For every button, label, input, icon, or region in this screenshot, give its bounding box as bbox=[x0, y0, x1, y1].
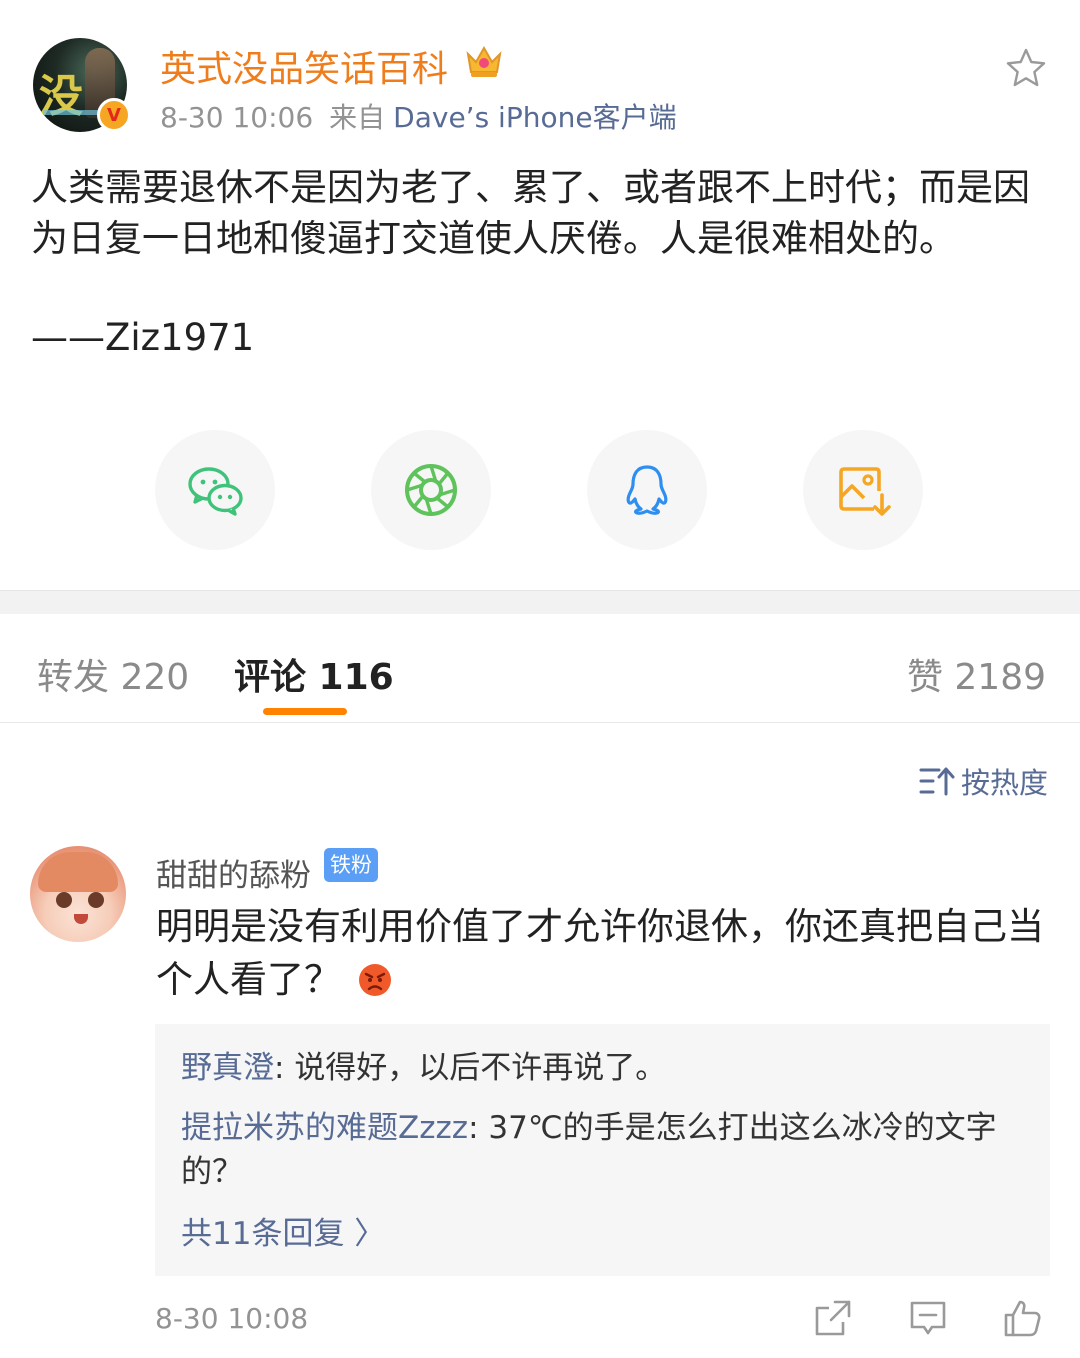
replies-panel: 野真澄: 说得好，以后不许再说了。 提拉米苏的难题Zzzz: 37℃的手是怎么打… bbox=[155, 1024, 1050, 1276]
moments-icon bbox=[405, 464, 457, 516]
reply-colon: : bbox=[274, 1050, 295, 1086]
save-image-button[interactable] bbox=[803, 430, 923, 550]
reply-text: 说得好，以后不许再说了。 bbox=[294, 1050, 667, 1086]
avatar-eye bbox=[88, 892, 104, 908]
like-icon[interactable] bbox=[1002, 1298, 1042, 1338]
avatar-eye bbox=[56, 892, 72, 908]
sort-label: 按热度 bbox=[960, 766, 1048, 800]
fan-badge: 铁粉 bbox=[324, 848, 378, 882]
share-moments-button[interactable] bbox=[371, 430, 491, 550]
author-avatar[interactable]: 没 V bbox=[33, 38, 131, 134]
post-signature: ——Ziz1971 bbox=[31, 316, 255, 359]
post-meta: 8-30 10:06 来自 Dave’s iPhone客户端 bbox=[160, 96, 677, 136]
verified-badge-icon: V bbox=[97, 98, 131, 132]
commenter-name[interactable]: 甜甜的舔粉 bbox=[156, 850, 311, 895]
tab-repost[interactable]: 转发 220 bbox=[37, 648, 189, 700]
reply-item[interactable]: 提拉米苏的难题Zzzz: 37℃的手是怎么打出这么冰冷的文字的？ bbox=[181, 1106, 1026, 1194]
avatar-hair bbox=[38, 852, 118, 892]
post-time: 8-30 10:06 bbox=[160, 101, 314, 134]
post-source[interactable]: Dave’s iPhone客户端 bbox=[393, 101, 676, 134]
reply-user[interactable]: 野真澄 bbox=[181, 1050, 274, 1086]
section-divider bbox=[0, 590, 1080, 614]
share-wechat-button[interactable] bbox=[155, 430, 275, 550]
star-icon[interactable] bbox=[1004, 46, 1048, 90]
angry-face-emoji-icon bbox=[359, 964, 391, 996]
reply-colon: : bbox=[468, 1110, 489, 1146]
share-qq-button[interactable] bbox=[587, 430, 707, 550]
comment-body: 明明是没有利用价值了才允许你退休，你还真把自己当个人看了？ bbox=[156, 905, 1044, 1001]
sort-toggle[interactable]: 按热度 bbox=[919, 760, 1048, 802]
avatar-mouth bbox=[74, 914, 88, 924]
wechat-icon bbox=[188, 467, 243, 516]
tabs-divider bbox=[0, 722, 1080, 723]
reply-item[interactable]: 野真澄: 说得好，以后不许再说了。 bbox=[181, 1046, 1026, 1090]
comment-time: 8-30 10:08 bbox=[155, 1302, 309, 1335]
reply-user[interactable]: 提拉米苏的难题Zzzz bbox=[181, 1110, 468, 1146]
qq-icon bbox=[626, 465, 668, 515]
commenter-avatar[interactable] bbox=[30, 846, 126, 942]
crown-icon bbox=[466, 45, 502, 77]
share-icon[interactable] bbox=[813, 1298, 853, 1338]
more-replies-link[interactable]: 共11条回复 〉 bbox=[181, 1208, 385, 1253]
tab-comments[interactable]: 评论 116 bbox=[234, 648, 394, 700]
tab-likes[interactable]: 赞 2189 bbox=[907, 648, 1046, 700]
post-text: 人类需要退休不是因为老了、累了、或者跟不上时代；而是因为日复一日地和傻逼打交道使… bbox=[31, 166, 1030, 260]
author-name[interactable]: 英式没品笑话百科 bbox=[160, 40, 448, 92]
save-image-icon bbox=[839, 467, 891, 516]
sort-icon bbox=[919, 767, 955, 796]
comment-text: 明明是没有利用价值了才允许你退休，你还真把自己当个人看了？ bbox=[156, 900, 1046, 1006]
active-tab-indicator bbox=[263, 708, 347, 715]
reply-icon[interactable] bbox=[908, 1298, 948, 1338]
via-label: 来自 bbox=[329, 101, 386, 134]
